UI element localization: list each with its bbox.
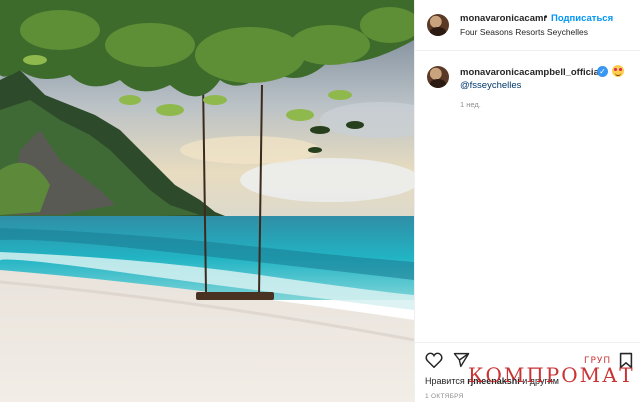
header-avatar[interactable] bbox=[427, 14, 449, 36]
watermark-small-text: ГРУП bbox=[584, 356, 612, 366]
header-username[interactable]: monavaronicacamı bbox=[460, 13, 546, 24]
follow-button[interactable]: Подписаться bbox=[551, 13, 613, 24]
post-photo[interactable] bbox=[0, 0, 414, 402]
caption-avatar[interactable] bbox=[427, 66, 449, 88]
watermark-text: КОМПРОМАТ bbox=[468, 363, 635, 387]
post-header: monavaronicacamı • Подписаться Four Seas… bbox=[415, 0, 640, 51]
likes-prefix: Нравится bbox=[425, 376, 465, 386]
post-date: 1 ОКТЯБРЯ bbox=[425, 393, 464, 400]
post-side-panel: monavaronicacamı • Подписаться Four Seas… bbox=[414, 0, 640, 402]
heart-icon[interactable] bbox=[425, 352, 443, 368]
caption-username[interactable]: monavaronicacampbell_official bbox=[460, 67, 602, 78]
beach-swing-image bbox=[0, 0, 414, 402]
header-separator-dot: • bbox=[544, 12, 548, 23]
heart-eyes-emoji-icon bbox=[612, 65, 624, 77]
location-link[interactable]: Four Seasons Resorts Seychelles bbox=[460, 27, 588, 37]
caption-time-ago[interactable]: 1 нед. bbox=[460, 100, 481, 109]
verified-badge-icon: ✓ bbox=[597, 66, 608, 77]
caption-mention[interactable]: @fsseychelles bbox=[460, 80, 521, 91]
